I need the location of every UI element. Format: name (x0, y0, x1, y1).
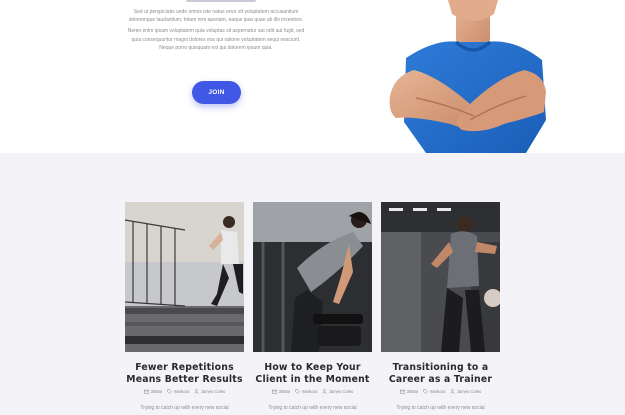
hero-section: Sed ut perspiciatis unde omnis iste natu… (0, 0, 625, 153)
post-date-text: 30Mar (278, 389, 291, 394)
blog-card-2[interactable]: How to Keep Your Client in the Moment 30… (253, 202, 372, 415)
hero-text: Sed ut perspiciatis unde omnis iste natu… (126, 8, 306, 55)
post-category[interactable]: Workout (167, 389, 189, 394)
hero-paragraph-2: Nemo enim ipsam voluptatem quia voluptas… (127, 28, 305, 51)
blog-card-3-excerpt: Trying to catch up with every new social (396, 405, 485, 411)
post-date-text: 30Mar (150, 389, 163, 394)
blog-card-3-image[interactable] (381, 202, 500, 352)
athlete-image (389, 0, 546, 153)
blog-card-1-title[interactable]: Fewer Repetitions Means Better Results (121, 362, 248, 386)
blog-card-1-excerpt: Trying to catch up with every new social (140, 405, 229, 411)
post-author[interactable]: James Coles (450, 389, 481, 394)
post-author[interactable]: James Coles (194, 389, 225, 394)
blog-card-3-title[interactable]: Transitioning to a Career as a Trainer (377, 362, 504, 386)
user-icon (322, 389, 328, 394)
post-date: 30Mar (144, 389, 162, 394)
blog-card-3-meta: 30Mar Workout James Coles (381, 389, 500, 394)
post-category-text[interactable]: Workout (430, 389, 446, 394)
post-category[interactable]: Workout (423, 389, 445, 394)
blog-card-2-title[interactable]: How to Keep Your Client in the Moment (249, 362, 376, 386)
post-date-text: 30Mar (406, 389, 419, 394)
post-category-text[interactable]: Workout (302, 389, 318, 394)
tag-icon (295, 389, 301, 394)
post-date: 30Mar (272, 389, 290, 394)
blog-card-1-meta: 30Mar Workout James Coles (125, 389, 244, 394)
tag-icon (167, 389, 173, 394)
calendar-icon (272, 389, 277, 394)
blog-card-3[interactable]: Transitioning to a Career as a Trainer 3… (381, 202, 500, 415)
post-category[interactable]: Workout (295, 389, 317, 394)
post-author-text[interactable]: James Coles (201, 389, 225, 394)
hero-paragraph-1: Sed ut perspiciatis unde omnis iste natu… (128, 9, 304, 24)
user-icon (450, 389, 456, 394)
blog-card-2-excerpt: Trying to catch up with every new social (268, 405, 357, 411)
post-author[interactable]: James Coles (322, 389, 353, 394)
blog-card-1-image[interactable] (125, 202, 244, 352)
user-icon (194, 389, 200, 394)
calendar-icon (144, 389, 149, 394)
post-author-text[interactable]: James Coles (329, 389, 353, 394)
post-category-text[interactable]: Workout (174, 389, 190, 394)
tag-icon (423, 389, 429, 394)
blog-card-2-meta: 30Mar Workout James Coles (253, 389, 372, 394)
join-button[interactable]: JOIN (192, 81, 241, 104)
blog-card-2-image[interactable] (253, 202, 372, 352)
hero-heading-remnant (186, 0, 256, 2)
post-date: 30Mar (400, 389, 418, 394)
blog-card-1[interactable]: Fewer Repetitions Means Better Results 3… (125, 202, 244, 415)
blog-section: Fewer Repetitions Means Better Results 3… (0, 153, 625, 415)
calendar-icon (400, 389, 405, 394)
post-author-text[interactable]: James Coles (457, 389, 481, 394)
